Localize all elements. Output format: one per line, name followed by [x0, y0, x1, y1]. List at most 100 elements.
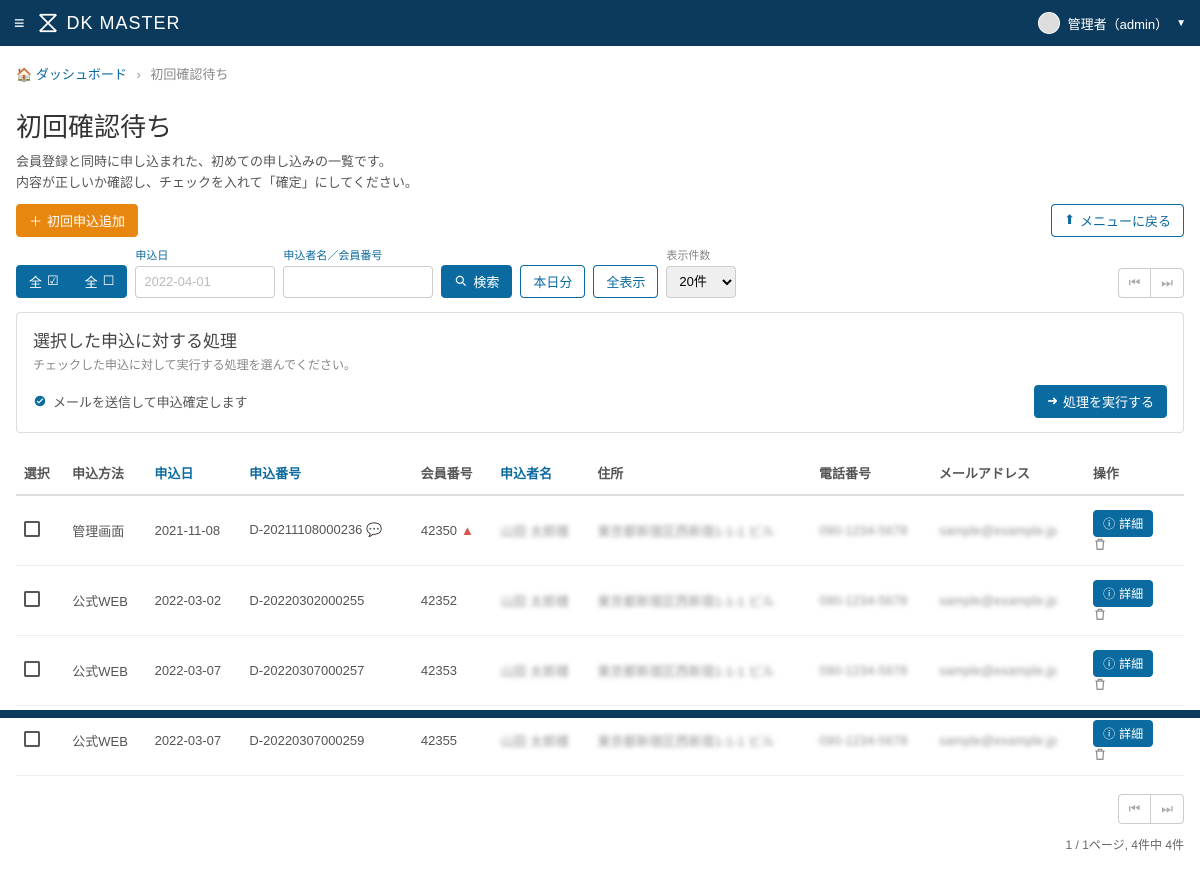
- add-first-button[interactable]: ＋ 初回申込追加: [16, 204, 138, 237]
- cell-name: 山田 太郎様: [492, 635, 589, 705]
- table-row: 公式WEB 2022-03-07 D-20220307000257 42353 …: [16, 635, 1184, 705]
- breadcrumb-current: 初回確認待ち: [150, 67, 228, 82]
- info-icon: ⓘ: [1103, 585, 1115, 602]
- search-icon: [454, 274, 468, 288]
- th-date[interactable]: 申込日: [147, 451, 242, 495]
- data-table: 選択 申込方法 申込日 申込番号 会員番号 申込者名 住所 電話番号 メールアド…: [16, 451, 1184, 776]
- cell-action: ⓘ 詳細: [1085, 495, 1184, 566]
- cell-action: ⓘ 詳細: [1085, 635, 1184, 705]
- cell-email: sample@example.jp: [931, 495, 1085, 566]
- comment-icon[interactable]: 💬: [366, 522, 382, 537]
- arrow-up-icon: ⬆: [1064, 212, 1075, 228]
- cell-email: sample@example.jp: [931, 565, 1085, 635]
- detail-button[interactable]: ⓘ 詳細: [1093, 650, 1153, 677]
- delete-button[interactable]: [1093, 747, 1176, 761]
- pager-last[interactable]: ⏭: [1150, 268, 1184, 298]
- search-button[interactable]: 検索: [441, 265, 512, 298]
- date-input[interactable]: [135, 266, 275, 298]
- home-icon: 🏠: [16, 67, 32, 82]
- th-action: 操作: [1085, 451, 1184, 495]
- th-name[interactable]: 申込者名: [492, 451, 589, 495]
- cell-phone: 090-1234-5678: [811, 495, 931, 566]
- action-option[interactable]: メールを送信して申込確定します: [33, 392, 248, 411]
- menu-toggle[interactable]: ≡: [14, 13, 25, 34]
- action-box: 選択した申込に対する処理 チェックした申込に対して実行する処理を選んでください。…: [16, 312, 1184, 433]
- cell-name: 山田 太郎様: [492, 495, 589, 566]
- trash-icon: [1093, 537, 1107, 551]
- table-row: 公式WEB 2022-03-02 D-20220302000255 42352 …: [16, 565, 1184, 635]
- back-menu-label: メニューに戻る: [1080, 211, 1171, 230]
- info-icon: ⓘ: [1103, 725, 1115, 742]
- trash-icon: [1093, 747, 1107, 761]
- bottombar: [0, 710, 1200, 718]
- detail-button[interactable]: ⓘ 詳細: [1093, 510, 1153, 537]
- cell-method: 管理画面: [64, 495, 146, 566]
- th-email: メールアドレス: [931, 451, 1085, 495]
- page-desc: 会員登録と同時に申し込まれた、初めての申し込みの一覧です。 内容が正しいか確認し…: [16, 152, 1184, 194]
- delete-button[interactable]: [1093, 537, 1176, 551]
- th-select: 選択: [16, 451, 64, 495]
- th-method: 申込方法: [64, 451, 146, 495]
- th-number[interactable]: 申込番号: [241, 451, 412, 495]
- add-first-label: 初回申込追加: [47, 211, 125, 230]
- cell-date: 2022-03-07: [147, 635, 242, 705]
- action-desc: チェックした申込に対して実行する処理を選んでください。: [33, 356, 1167, 373]
- cell-number: D-20220302000255: [241, 565, 412, 635]
- row-checkbox[interactable]: [24, 521, 40, 537]
- user-menu[interactable]: 管理者（admin） ▼: [1038, 12, 1186, 34]
- name-input[interactable]: [283, 266, 433, 298]
- date-label: 申込日: [135, 247, 275, 263]
- desc-line2: 内容が正しいか確認し、チェックを入れて「確定」にしてください。: [16, 175, 418, 190]
- cell-email: sample@example.jp: [931, 635, 1085, 705]
- cell-action: ⓘ 詳細: [1085, 565, 1184, 635]
- pager-last-bottom[interactable]: ⏭: [1150, 794, 1184, 824]
- cell-method: 公式WEB: [64, 635, 146, 705]
- execute-label: 処理を実行する: [1063, 392, 1154, 411]
- count-label: 表示件数: [666, 247, 736, 263]
- brand-icon: [37, 12, 59, 34]
- chevron-down-icon: ▼: [1176, 18, 1186, 29]
- select-all-off-button[interactable]: 全 ☐: [72, 265, 128, 298]
- detail-button[interactable]: ⓘ 詳細: [1093, 580, 1153, 607]
- brand-logo[interactable]: DK MASTER: [37, 12, 181, 34]
- desc-line1: 会員登録と同時に申し込まれた、初めての申し込みの一覧です。: [16, 154, 392, 169]
- row-checkbox[interactable]: [24, 591, 40, 607]
- th-address: 住所: [590, 451, 812, 495]
- select-all-on-button[interactable]: 全 ☑: [16, 265, 72, 298]
- cell-member: 42353: [413, 635, 492, 705]
- user-label: 管理者（admin）: [1068, 14, 1168, 33]
- cell-address: 東京都新宿区西新宿1-1-1 ビル: [590, 635, 812, 705]
- back-menu-button[interactable]: ⬆ メニューに戻る: [1051, 204, 1184, 237]
- delete-button[interactable]: [1093, 677, 1176, 691]
- cell-date: 2021-11-08: [147, 495, 242, 566]
- show-all-button[interactable]: 全表示: [593, 265, 658, 298]
- search-label: 検索: [473, 272, 499, 291]
- breadcrumb-home[interactable]: ダッシュボード: [36, 67, 127, 82]
- cell-member: 42350▲: [413, 495, 492, 566]
- pager-first[interactable]: ⏮: [1118, 268, 1151, 298]
- action-option-label: メールを送信して申込確定します: [53, 392, 248, 411]
- detail-button[interactable]: ⓘ 詳細: [1093, 720, 1153, 747]
- check-circle-icon: [33, 394, 47, 408]
- row-checkbox[interactable]: [24, 661, 40, 677]
- cell-member: 42352: [413, 565, 492, 635]
- cell-phone: 090-1234-5678: [811, 565, 931, 635]
- info-icon: ⓘ: [1103, 515, 1115, 532]
- cell-name: 山田 太郎様: [492, 565, 589, 635]
- info-icon: ⓘ: [1103, 655, 1115, 672]
- table-row: 管理画面 2021-11-08 D-20211108000236💬 42350▲…: [16, 495, 1184, 566]
- pager-first-bottom[interactable]: ⏮: [1118, 794, 1151, 824]
- row-checkbox[interactable]: [24, 731, 40, 747]
- cell-address: 東京都新宿区西新宿1-1-1 ビル: [590, 565, 812, 635]
- breadcrumb-sep: ›: [136, 67, 140, 82]
- count-select[interactable]: 20件: [666, 266, 736, 298]
- execute-button[interactable]: ➜ 処理を実行する: [1034, 385, 1167, 418]
- cell-date: 2022-03-02: [147, 565, 242, 635]
- warning-icon: ▲: [461, 523, 474, 538]
- delete-button[interactable]: [1093, 607, 1176, 621]
- topbar: ≡ DK MASTER 管理者（admin） ▼: [0, 0, 1200, 46]
- footer-info: 1 / 1ページ, 4件中 4件: [1066, 836, 1184, 853]
- cell-number: D-20211108000236💬: [241, 495, 412, 566]
- today-button[interactable]: 本日分: [520, 265, 585, 298]
- avatar: [1038, 12, 1060, 34]
